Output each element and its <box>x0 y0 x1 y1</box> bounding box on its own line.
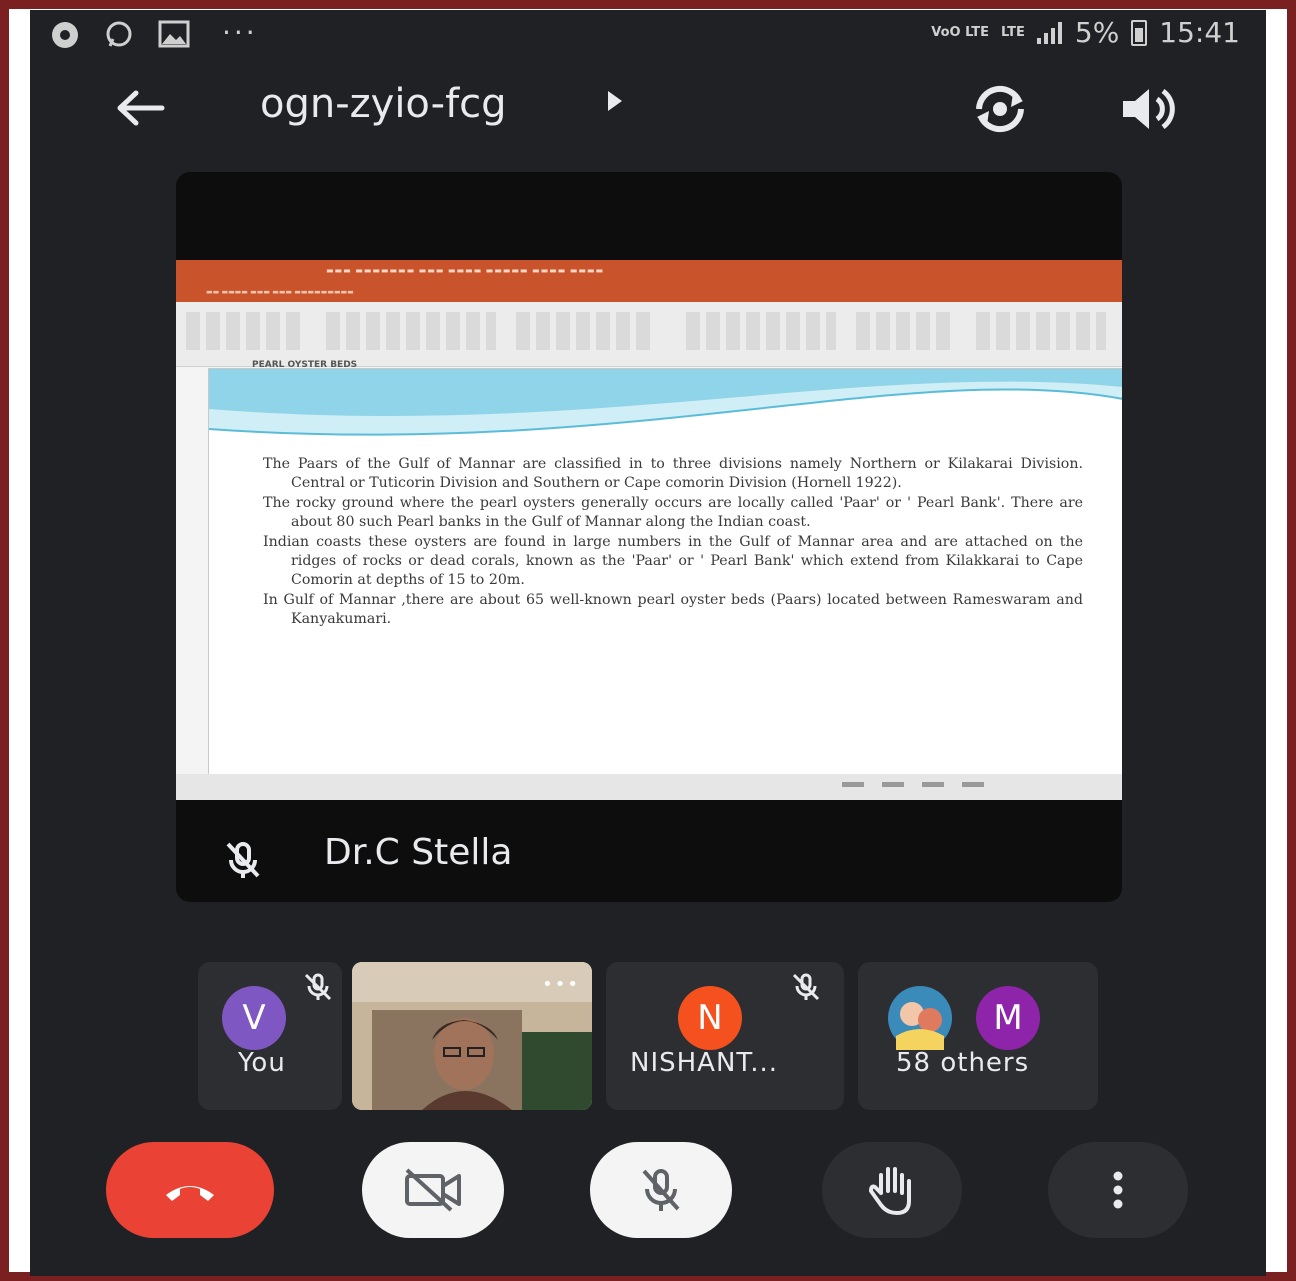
presenter-name: Dr.C Stella <box>324 832 513 873</box>
mic-off-icon <box>304 973 332 1001</box>
meeting-code[interactable]: ogn-zyio-fcg <box>260 81 507 127</box>
meeting-top-bar: ogn-zyio-fcg <box>30 65 1266 155</box>
status-bar: ··· VoO LTE LTE 5% 15:41 <box>30 10 1266 60</box>
participant-photo-avatar <box>888 986 952 1050</box>
slide-paragraph: The rocky ground where the pearl oysters… <box>263 495 1083 530</box>
switch-camera-icon[interactable] <box>965 79 1035 139</box>
raise-hand-icon <box>869 1167 911 1215</box>
more-dots-icon: ··· <box>222 16 258 49</box>
meet-screen: ··· VoO LTE LTE 5% 15:41 ogn-zyio-fcg ▬▬… <box>30 10 1266 1276</box>
participant-tile-others[interactable]: M 58 others <box>858 962 1098 1110</box>
avatar: M <box>976 986 1040 1050</box>
image-icon <box>158 20 190 48</box>
end-call-button[interactable] <box>106 1142 274 1238</box>
slide-canvas: The Paars of the Gulf of Mannar are clas… <box>208 368 1122 776</box>
participant-label: You <box>238 1048 286 1078</box>
signal-icon <box>1036 21 1063 44</box>
camera-toggle-button[interactable] <box>362 1142 504 1238</box>
chrome-icon <box>52 22 78 48</box>
camera-off-icon <box>405 1168 461 1212</box>
avatar: V <box>222 986 286 1050</box>
more-vert-icon <box>1113 1171 1123 1209</box>
back-arrow-icon[interactable] <box>110 83 170 133</box>
caret-right-icon[interactable] <box>608 91 622 111</box>
mic-off-icon <box>792 973 820 1001</box>
battery-percent: 5% <box>1074 16 1120 49</box>
status-right: VoO LTE LTE 5% 15:41 <box>931 16 1240 49</box>
participant-video-tile[interactable]: ••• <box>352 962 592 1110</box>
hangup-icon <box>166 1186 214 1201</box>
powerpoint-titlebar: ▬▬▬ ▬▬▬▬▬▬▬ ▬▬▬ ▬▬▬▬ ▬▬▬▬▬ ▬▬▬▬ ▬▬▬▬ ▬▬ … <box>176 260 1122 302</box>
mic-off-icon <box>642 1169 680 1211</box>
shared-screen: ▬▬▬ ▬▬▬▬▬▬▬ ▬▬▬ ▬▬▬▬ ▬▬▬▬▬ ▬▬▬▬ ▬▬▬▬ ▬▬ … <box>176 260 1122 800</box>
slide-body: The Paars of the Gulf of Mannar are clas… <box>263 455 1083 630</box>
mic-toggle-button[interactable] <box>590 1142 732 1238</box>
whatsapp-icon <box>106 21 132 47</box>
clock: 15:41 <box>1159 16 1240 49</box>
speaker-icon[interactable] <box>1115 79 1185 139</box>
battery-icon <box>1131 19 1148 46</box>
raise-hand-button[interactable] <box>822 1142 962 1238</box>
participant-label: NISHANT... <box>630 1048 778 1078</box>
avatar: N <box>678 986 742 1050</box>
more-dots-icon[interactable]: ••• <box>542 974 580 995</box>
powerpoint-ribbon <box>176 302 1122 367</box>
lte-indicator: LTE <box>1000 25 1025 40</box>
mic-off-icon <box>226 842 260 878</box>
participant-tile-nishant[interactable]: N NISHANT... <box>606 962 844 1110</box>
slide-paragraph: Indian coasts these oysters are found in… <box>263 534 1083 588</box>
participant-tile-you[interactable]: V You <box>198 962 342 1110</box>
slide-wave-graphic <box>209 369 1122 436</box>
presenter-tile[interactable]: ▬▬▬ ▬▬▬▬▬▬▬ ▬▬▬ ▬▬▬▬ ▬▬▬▬▬ ▬▬▬▬ ▬▬▬▬ ▬▬ … <box>176 172 1122 902</box>
powerpoint-statusbar <box>176 774 1122 800</box>
network-indicator: VoO LTE <box>931 25 989 40</box>
participant-label: 58 others <box>896 1048 1030 1078</box>
more-options-button[interactable] <box>1048 1142 1188 1238</box>
slide-paragraph: In Gulf of Mannar ,there are about 65 we… <box>263 592 1083 627</box>
slide-paragraph: The Paars of the Gulf of Mannar are clas… <box>263 456 1083 491</box>
